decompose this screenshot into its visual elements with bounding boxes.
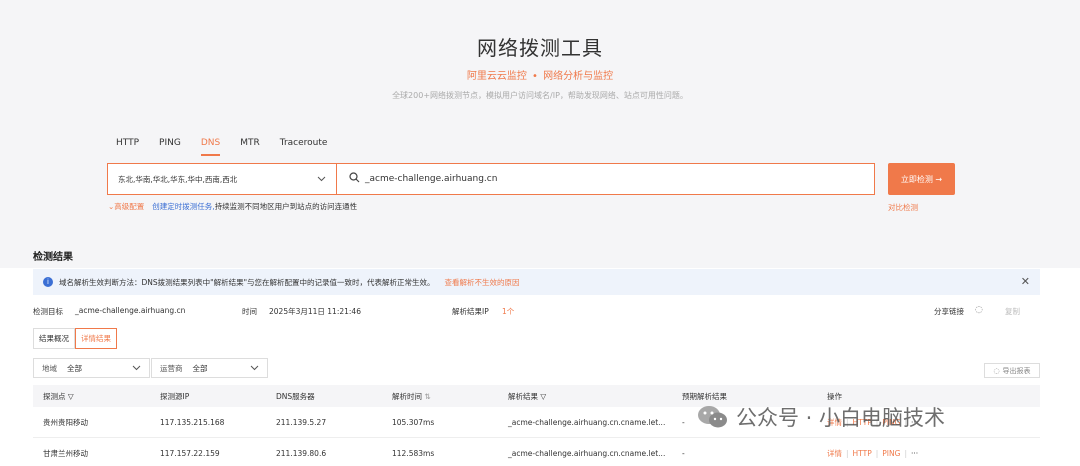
advanced-config-toggle[interactable]: ⌄高级配置 [108,201,144,212]
export-label: 导出报表 [1002,366,1031,375]
region-filter-label: 地域 [42,363,57,373]
cell-expected: - [682,417,685,427]
detail-link[interactable]: 详情 [827,449,842,458]
hero-section: 网络拨测工具 阿里云云监控 • 网络分析与监控 全球200+网络拨测节点，模拟用… [0,0,1080,268]
chevron-down-icon [132,364,141,373]
target-label: 检测目标 [33,307,63,316]
share-link-button[interactable]: 分享链接 [934,306,964,317]
watermark: 公众号 · 小白电脑技术 [696,402,945,432]
subtitle-dot: • [532,71,538,82]
view-tabs: 结果概况 详情结果 [33,328,117,349]
cell-dns: 211.139.5.27 [276,417,327,427]
watermark-text: 公众号 · 小白电脑技术 [736,406,946,430]
time-label: 时间 [242,307,257,316]
col-ops: 操作 [827,391,842,401]
region-filter[interactable]: 地域 全部 [33,358,150,378]
refresh-icon[interactable]: ◌ [975,305,983,315]
subtitle-right: 网络分析与监控 [543,71,614,82]
advanced-row: ⌄高级配置 创建定时拨测任务,持续监测不同地区用户到站点的访问连通性 [108,201,357,212]
tab-overview[interactable]: 结果概况 [33,328,75,349]
col-dns: DNS服务器 [276,391,315,401]
tab-http[interactable]: HTTP [116,138,139,156]
col-expected: 预期解析结果 [682,391,727,401]
cell-expected: - [682,448,685,458]
filter-icon: ▽ [540,391,547,401]
tab-dns[interactable]: DNS [200,138,221,156]
close-icon[interactable]: ✕ [1021,275,1030,288]
subtitle-left: 阿里云云监控 [466,71,527,82]
hero-description: 全球200+网络拨测节点，模拟用户访问域名/IP，帮助发现网络、站点可用性问题。 [392,91,688,100]
http-link[interactable]: HTTP [853,449,872,458]
chevron-down-icon [317,175,326,184]
alert-text: 域名解析生效判断方法：DNS拨测结果列表中"解析结果"与您在解析配置中的记录值一… [59,277,435,287]
col-src-ip: 探测源IP [160,391,190,401]
cell-time: 112.583ms [392,448,435,458]
create-task-link[interactable]: 创建定时拨测任务, [152,202,214,211]
protocol-tabs: HTTP PING DNS MTR Traceroute [116,138,347,156]
cell-result: _acme-challenge.airhuang.cn.cname.let... [508,417,666,427]
chevron-down-icon [250,364,259,373]
alert-reason-link[interactable]: 查看解析不生效的原因 [445,277,520,288]
time-value: 2025年3月11日 11:21:46 [269,307,361,316]
col-node[interactable]: 探测点 ▽ [43,391,74,402]
cell-time: 105.307ms [392,417,435,427]
col-time[interactable]: 解析时间 ⇅ [392,391,431,402]
region-select[interactable]: 东北,华南,华北,华东,华中,西南,西北 [107,163,337,195]
isp-filter[interactable]: 运营商 全部 [151,358,268,378]
region-filter-value: 全部 [67,363,82,373]
search-icon [349,172,365,186]
query-input[interactable]: _acme-challenge.airhuang.cn [337,163,875,195]
detect-button[interactable]: 立即检测 → [888,163,955,195]
wechat-icon [696,403,730,431]
tab-traceroute[interactable]: Traceroute [280,138,328,156]
info-icon: i [43,277,53,287]
ping-link[interactable]: PING [882,449,900,458]
results-title: 检测结果 [33,252,73,263]
copy-button[interactable]: 复制 [1005,306,1020,317]
row-actions: 详情 | HTTP | PING | ··· [827,448,919,458]
tab-ping[interactable]: PING [159,138,181,156]
info-alert: i 域名解析生效判断方法：DNS拨测结果列表中"解析结果"与您在解析配置中的记录… [33,269,1040,295]
refresh-icon: ◌ [993,366,1000,375]
cell-result: _acme-challenge.airhuang.cn.cname.let... [508,448,666,458]
more-icon[interactable]: ··· [911,449,918,458]
cell-src-ip: 117.157.22.159 [160,448,220,458]
table-row: 甘肃兰州移动 117.157.22.159 211.139.80.6 112.5… [33,438,1040,466]
page-title: 网络拨测工具 [477,36,603,60]
col-result[interactable]: 解析结果 ▽ [508,391,546,402]
isp-filter-value: 全部 [192,363,208,373]
ip-count[interactable]: 1个 [502,306,514,317]
isp-filter-label: 运营商 [160,363,183,373]
query-input-value: _acme-challenge.airhuang.cn [365,174,498,184]
cell-src-ip: 117.135.215.168 [160,417,225,427]
compare-link[interactable]: 对比检测 [888,202,918,213]
cell-node: 甘肃兰州移动 [43,448,88,458]
region-select-value: 东北,华南,华北,华东,华中,西南,西北 [118,174,238,184]
cell-dns: 211.139.80.6 [276,448,327,458]
tab-mtr[interactable]: MTR [240,138,260,156]
ip-label: 解析结果IP [452,307,489,316]
hero-subtitle: 阿里云云监控 • 网络分析与监控 [0,67,1080,82]
task-description: 持续监测不同地区用户到站点的访问连通性 [214,202,358,211]
export-button[interactable]: ◌ 导出报表 [984,363,1040,378]
tab-detail[interactable]: 详情结果 [75,328,117,349]
sort-icon: ⇅ [424,391,431,401]
target-value: _acme-challenge.airhuang.cn [75,306,186,315]
filter-icon: ▽ [67,391,74,401]
cell-node: 贵州贵阳移动 [43,417,88,427]
